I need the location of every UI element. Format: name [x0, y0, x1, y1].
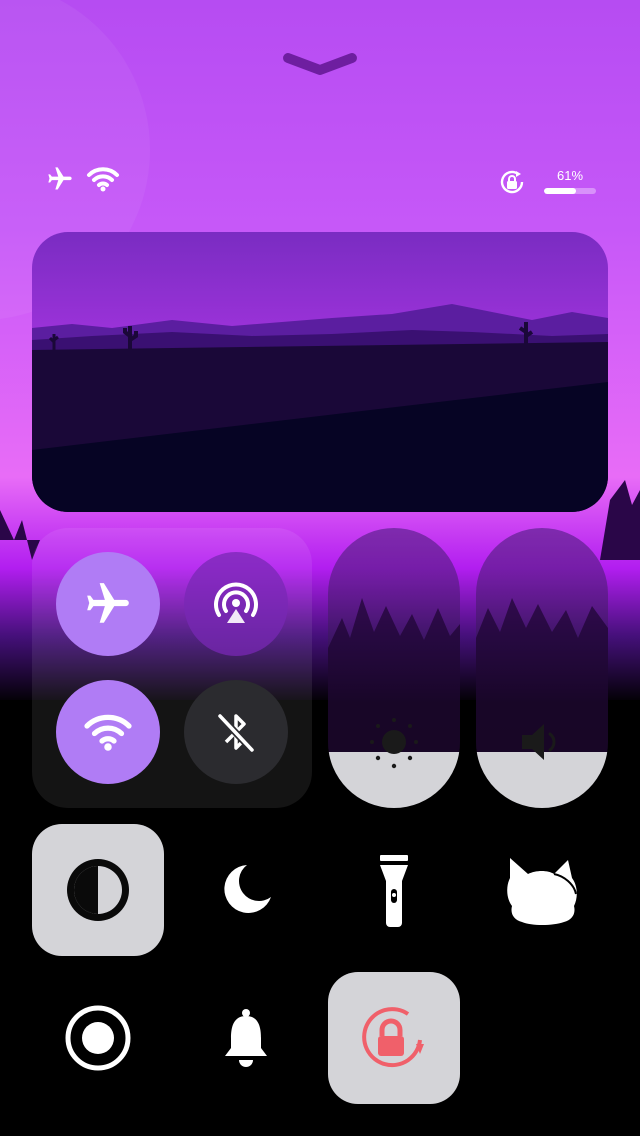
status-icons-left	[46, 164, 120, 194]
battery-percentage: 61%	[556, 168, 584, 183]
notifications-tile[interactable]	[180, 972, 312, 1104]
pet-tile[interactable]	[476, 824, 608, 956]
airplane-icon	[87, 583, 129, 623]
bell-icon	[225, 1009, 267, 1067]
brightness-slider[interactable]	[328, 528, 460, 808]
flashlight-icon	[380, 855, 408, 927]
wifi-icon	[84, 714, 132, 751]
flashlight-tile[interactable]	[328, 824, 460, 956]
speaker-icon	[522, 724, 556, 760]
battery-fill	[544, 188, 576, 194]
airdrop-button[interactable]	[184, 552, 288, 656]
airdrop-icon	[214, 582, 258, 623]
battery-bar	[544, 188, 596, 194]
status-icons-right: 61%	[498, 164, 602, 198]
record-icon	[65, 1005, 131, 1071]
orientation-lock-tile[interactable]	[328, 972, 460, 1104]
media-widget-artwork[interactable]	[32, 232, 608, 512]
screen-record-tile[interactable]	[32, 972, 164, 1104]
airplane-mode-button[interactable]	[56, 552, 160, 656]
orientation-lock-icon	[500, 170, 524, 194]
cat-icon	[507, 858, 577, 925]
volume-slider[interactable]	[476, 528, 608, 808]
airplane-icon	[48, 167, 72, 190]
connectivity-panel	[32, 528, 312, 808]
bluetooth-button[interactable]	[184, 680, 288, 784]
orientation-lock-icon	[362, 1007, 424, 1068]
sun-icon	[370, 718, 418, 769]
wifi-button[interactable]	[56, 680, 160, 784]
wifi-icon	[87, 167, 119, 192]
dismiss-chevron-icon[interactable]	[280, 46, 360, 80]
dark-mode-icon	[67, 859, 129, 921]
bluetooth-off-icon	[217, 713, 255, 753]
dark-mode-tile[interactable]	[32, 824, 164, 956]
do-not-disturb-tile[interactable]	[180, 824, 312, 956]
moon-icon	[224, 865, 271, 913]
